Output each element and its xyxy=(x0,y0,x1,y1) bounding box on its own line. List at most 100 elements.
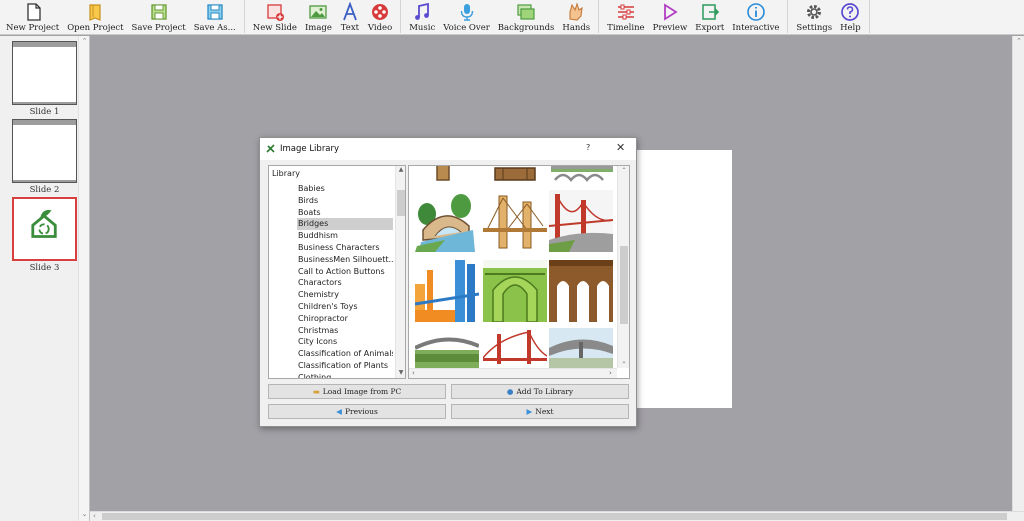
music-button[interactable]: Music xyxy=(405,0,439,33)
toolbar-label: Timeline xyxy=(607,23,645,33)
folder-icon: ▬ xyxy=(312,387,320,396)
settings-button[interactable]: Settings xyxy=(792,0,836,33)
export-icon xyxy=(702,4,719,20)
image-tile[interactable] xyxy=(415,166,479,184)
image-tile[interactable] xyxy=(483,166,547,184)
image-tile[interactable] xyxy=(415,260,479,322)
image-tile[interactable] xyxy=(549,190,613,252)
slide-label: Slide 3 xyxy=(29,263,60,273)
save-as-button[interactable]: Save As... xyxy=(190,0,240,33)
close-button[interactable]: ✕ xyxy=(616,141,625,154)
toolbar-label: Backgrounds xyxy=(497,23,555,33)
category-item[interactable]: Classification of Plants xyxy=(297,360,393,372)
scrollbar-thumb[interactable] xyxy=(102,513,1007,520)
timeline-button[interactable]: Timeline xyxy=(603,0,648,33)
toolbar-label: Video xyxy=(367,23,393,33)
scroll-down-icon[interactable]: ⌄ xyxy=(80,510,89,518)
image-tile[interactable] xyxy=(415,190,479,252)
tree-root[interactable]: Library xyxy=(272,169,300,178)
category-item[interactable]: Chemistry xyxy=(297,289,393,301)
next-button[interactable]: ▶ Next xyxy=(451,404,629,419)
recycle-house-icon xyxy=(31,209,57,238)
image-tile[interactable] xyxy=(483,190,547,252)
slide-thumbnail[interactable] xyxy=(12,41,77,105)
category-item[interactable]: BusinessMen Silhouett... xyxy=(297,254,393,266)
scroll-left-icon[interactable]: ‹ xyxy=(93,512,96,520)
load-image-button[interactable]: ▬ Load Image from PC xyxy=(268,384,446,399)
microphone-icon xyxy=(460,4,473,21)
tree-scrollbar[interactable]: ▲ ▼ xyxy=(395,166,405,378)
previous-button[interactable]: ◀ Previous xyxy=(268,404,446,419)
toolbar-group: Settings Help xyxy=(792,0,870,33)
image-tile[interactable] xyxy=(549,260,613,322)
category-item[interactable]: Charactors xyxy=(297,277,393,289)
main-toolbar: New Project Open Project Save Project Save … xyxy=(0,0,1024,35)
toolbar-label: Help xyxy=(840,23,861,33)
open-project-button[interactable]: Open Project xyxy=(63,0,127,33)
category-item[interactable]: Call to Action Buttons xyxy=(297,266,393,278)
export-button[interactable]: Export xyxy=(691,0,728,33)
scrollbar-thumb[interactable] xyxy=(620,246,628,324)
category-item[interactable]: Babies xyxy=(297,183,393,195)
thumbnail-footer xyxy=(13,102,76,104)
slide-thumbnail[interactable] xyxy=(12,197,77,261)
scroll-up-icon[interactable]: ⌃ xyxy=(618,167,629,174)
slide-label: Slide 2 xyxy=(29,185,60,195)
toolbar-label: Text xyxy=(340,23,360,33)
add-to-library-button[interactable]: ● Add To Library xyxy=(451,384,629,399)
new-project-button[interactable]: New Project xyxy=(2,0,63,33)
slide-panel: Slide 1 Slide 2 Slide 3 ⌃ ⌄ xyxy=(0,36,90,521)
backgrounds-button[interactable]: Backgrounds xyxy=(494,0,559,33)
scrollbar-thumb[interactable] xyxy=(397,190,405,216)
scroll-up-icon[interactable]: ⌃ xyxy=(1014,37,1024,45)
help-button[interactable]: ? xyxy=(586,143,590,152)
timeline-icon xyxy=(617,4,634,20)
category-item[interactable]: Clothing xyxy=(297,372,393,378)
image-button[interactable]: Image xyxy=(301,0,336,33)
category-item[interactable]: Birds xyxy=(297,195,393,207)
text-button[interactable]: Text xyxy=(336,0,364,33)
dialog-title-bar: Image Library ? ✕ xyxy=(260,138,636,160)
category-item[interactable]: Buddhism xyxy=(297,230,393,242)
image-tile[interactable] xyxy=(483,260,547,322)
add-icon: ● xyxy=(506,387,514,396)
image-tile[interactable] xyxy=(549,166,613,184)
save-icon xyxy=(150,4,167,20)
thumbnail-header xyxy=(13,120,76,125)
save-project-button[interactable]: Save Project xyxy=(128,0,190,33)
category-tree: Library Babies Birds Boats Bridges Buddhism B… xyxy=(268,165,406,379)
play-icon xyxy=(664,3,678,21)
category-item[interactable]: Boats xyxy=(297,207,393,219)
slide-thumbnail[interactable] xyxy=(12,119,77,183)
canvas-vertical-scrollbar[interactable]: ⌃ xyxy=(1012,36,1024,511)
category-item[interactable]: Chiropractor xyxy=(297,313,393,325)
slide-panel-scrollbar[interactable]: ⌃ ⌄ xyxy=(78,36,89,521)
interactive-button[interactable]: Interactive xyxy=(728,0,783,33)
voice-over-button[interactable]: Voice Over xyxy=(439,0,494,33)
scroll-up-icon[interactable]: ▲ xyxy=(396,166,405,173)
scroll-right-icon[interactable]: › xyxy=(609,369,612,377)
new-slide-button[interactable]: New Slide xyxy=(249,0,301,33)
canvas-horizontal-scrollbar[interactable]: ‹ xyxy=(90,511,1024,521)
hands-button[interactable]: Hands xyxy=(558,0,594,33)
scroll-left-icon[interactable]: ‹ xyxy=(412,369,415,377)
preview-button[interactable]: Preview xyxy=(649,0,692,33)
slide-label: Slide 1 xyxy=(29,107,60,117)
category-item[interactable]: Children's Toys xyxy=(297,301,393,313)
category-item[interactable]: City Icons xyxy=(297,336,393,348)
scroll-down-icon[interactable]: ⌄ xyxy=(618,358,629,365)
video-button[interactable]: Video xyxy=(364,0,396,33)
category-item[interactable]: Bridges xyxy=(297,218,393,231)
slide-canvas[interactable] xyxy=(636,150,732,408)
help-button[interactable]: Help xyxy=(836,0,865,33)
arrow-left-icon: ◀ xyxy=(336,407,342,416)
scroll-down-icon[interactable]: ▼ xyxy=(396,369,405,376)
image-grid-vertical-scrollbar[interactable]: ⌃ ⌄ xyxy=(617,166,629,368)
category-item[interactable]: Classification of Animals xyxy=(297,348,393,360)
category-item[interactable]: Business Characters xyxy=(297,242,393,254)
new-slide-icon xyxy=(267,4,284,21)
image-grid-horizontal-scrollbar[interactable]: ‹ › xyxy=(409,368,617,378)
category-item[interactable]: Christmas xyxy=(297,325,393,337)
save-as-icon xyxy=(207,4,223,20)
scroll-up-icon[interactable]: ⌃ xyxy=(80,37,89,45)
